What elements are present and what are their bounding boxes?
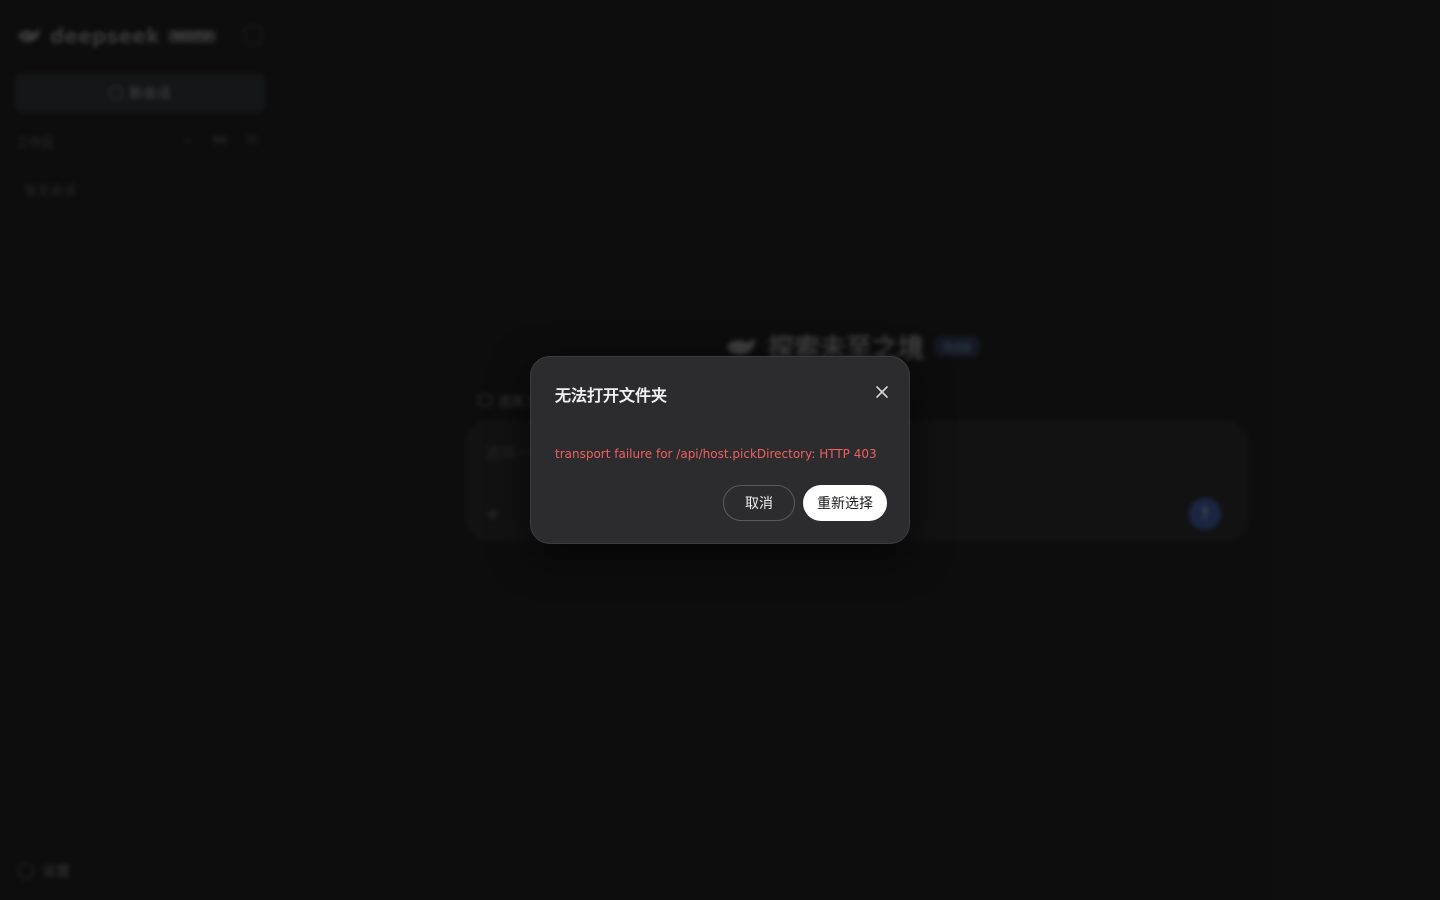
close-icon[interactable] [871,381,893,403]
dialog-title: 无法打开文件夹 [555,386,668,405]
cancel-button[interactable]: 取消 [723,485,795,521]
error-dialog: 无法打开文件夹 transport failure for /api/host.… [530,356,910,544]
error-message: transport failure for /api/host.pickDire… [555,447,877,461]
reselect-button[interactable]: 重新选择 [803,485,887,521]
